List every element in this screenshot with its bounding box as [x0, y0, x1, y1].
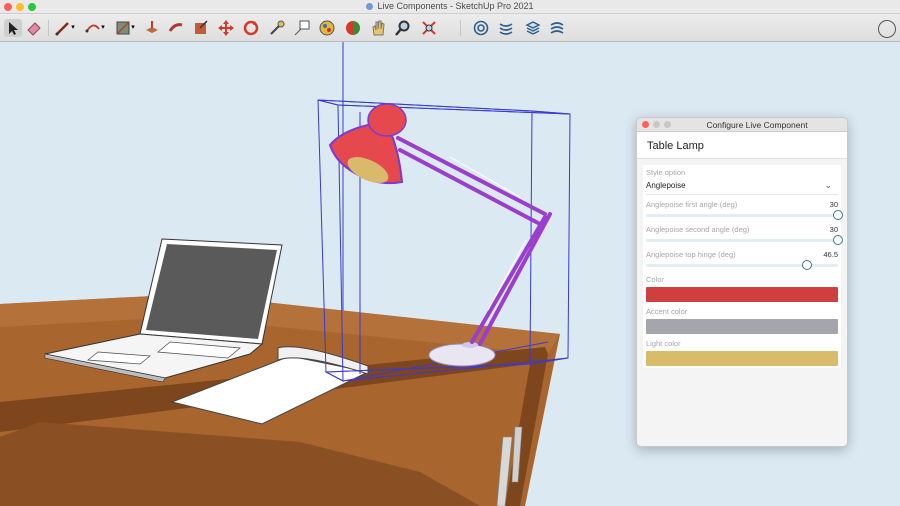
eraser-tool-button[interactable] [25, 19, 43, 37]
rotate-tool-icon [243, 20, 259, 36]
lamp-head-cap [367, 103, 407, 137]
color-field: Color [643, 272, 841, 304]
window-title: Live Components - SketchUp Pro 2021 [0, 1, 900, 11]
orbit-tool-icon [346, 21, 360, 35]
accent-color-field: Accent color [643, 304, 841, 336]
select-tool-icon [9, 22, 18, 35]
zoom-extents-tool-icon [422, 21, 436, 35]
select-tool-button[interactable] [4, 19, 22, 37]
tape-measure-tool-button[interactable] [268, 19, 286, 37]
first-angle-value: 30 [829, 200, 838, 209]
style-option-label: Style option [646, 168, 686, 177]
warehouse-icon [473, 20, 489, 36]
color-label: Color [646, 275, 664, 284]
first-angle-slider-field: Anglepoise first angle (deg) 30 [643, 197, 843, 222]
top-hinge-value: 46.5 [823, 250, 838, 259]
panel-title: Configure Live Component [706, 120, 808, 130]
layout-button[interactable] [524, 19, 542, 37]
zoom-tool-button[interactable] [394, 19, 412, 37]
push-pull-tool-icon [146, 21, 158, 33]
color-swatch[interactable] [646, 287, 838, 302]
laptop-screen [146, 244, 277, 339]
offset-tool-icon [195, 20, 208, 34]
lamp-arms [396, 136, 552, 346]
text-tool-button[interactable] [293, 19, 311, 37]
paint-bucket-tool-button[interactable] [318, 19, 336, 37]
text-tool-icon [294, 20, 310, 36]
style-option-field: Style option Anglepoise ⌄ [643, 165, 841, 197]
chevron-down-icon: ⌄ [824, 180, 832, 190]
document-icon [366, 3, 374, 10]
second-angle-slider[interactable] [646, 235, 843, 245]
top-hinge-slider-thumb[interactable] [802, 260, 813, 270]
live-components-icon [550, 22, 564, 34]
lamp-springs [449, 156, 527, 311]
window-titlebar: Live Components - SketchUp Pro 2021 [0, 0, 900, 14]
tape-measure-tool-icon [270, 20, 285, 35]
light-color-swatch[interactable] [646, 351, 838, 366]
configure-live-component-panel: Configure Live Component Table Lamp Styl… [636, 117, 848, 447]
lamp-base [428, 343, 496, 367]
panel-titlebar: Configure Live Component [637, 118, 847, 132]
style-option-value: Anglepoise [646, 181, 686, 190]
top-hinge-slider[interactable] [646, 260, 838, 270]
light-color-field: Light color [643, 336, 841, 368]
arc-tool-menu[interactable]: ▾ [100, 19, 106, 37]
shape-tool-menu[interactable]: ▾ [130, 19, 136, 37]
pan-tool-icon [372, 20, 385, 36]
accent-color-swatch[interactable] [646, 319, 838, 334]
account-avatar-icon[interactable] [878, 20, 896, 38]
lamp-base-joint [462, 342, 478, 348]
extension-warehouse-button[interactable] [497, 19, 515, 37]
orbit-tool-button[interactable] [344, 19, 362, 37]
paint-bucket-tool-icon [319, 20, 335, 36]
follow-me-tool-icon [168, 23, 183, 32]
live-components-button[interactable] [548, 19, 566, 37]
top-hinge-label: Anglepoise top hinge (deg) [646, 250, 736, 259]
component-name: Table Lamp [637, 132, 847, 159]
3d-warehouse-button[interactable] [472, 19, 490, 37]
rotate-tool-button[interactable] [242, 19, 260, 37]
main-toolbar: ▾ ▾ ▾ [0, 14, 900, 42]
eraser-tool-icon [27, 22, 41, 36]
top-hinge-slider-field: Anglepoise top hinge (deg) 46.5 [643, 247, 841, 272]
accent-color-label: Accent color [646, 307, 688, 316]
zoom-extents-tool-button[interactable] [420, 19, 438, 37]
panel-options: Style option Anglepoise ⌄ Anglepoise fir… [643, 165, 843, 368]
extension-warehouse-icon [499, 23, 513, 35]
move-tool-icon [218, 20, 234, 36]
first-angle-label: Anglepoise first angle (deg) [646, 200, 738, 209]
window-title-text: Live Components - SketchUp Pro 2021 [377, 1, 534, 11]
offset-tool-button[interactable] [192, 19, 210, 37]
first-angle-slider[interactable] [646, 210, 843, 220]
pan-tool-button[interactable] [369, 19, 387, 37]
second-angle-label: Anglepoise second angle (deg) [646, 225, 750, 234]
first-angle-slider-thumb[interactable] [833, 210, 843, 220]
second-angle-value: 30 [829, 225, 838, 234]
layout-icon [525, 21, 541, 35]
second-angle-slider-field: Anglepoise second angle (deg) 30 [643, 222, 843, 247]
follow-me-tool-button[interactable] [167, 19, 185, 37]
style-option-select[interactable]: Anglepoise ⌄ [646, 177, 838, 195]
zoom-tool-icon [395, 20, 410, 36]
line-tool-menu[interactable]: ▾ [70, 19, 76, 37]
push-pull-tool-button[interactable] [143, 19, 161, 37]
light-color-label: Light color [646, 339, 681, 348]
move-tool-button[interactable] [217, 19, 235, 37]
second-angle-slider-thumb[interactable] [833, 235, 843, 245]
